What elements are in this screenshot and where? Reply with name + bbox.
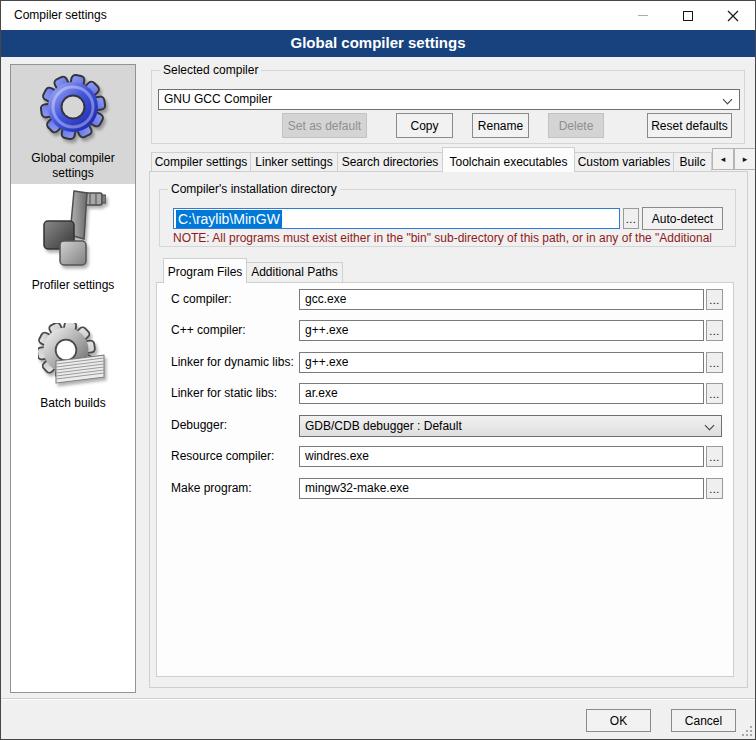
cancel-button[interactable]: Cancel (671, 709, 736, 732)
resource-compiler-input[interactable]: windres.exe (299, 446, 704, 467)
profiler-settings-icon (40, 189, 106, 273)
installation-directory-input[interactable]: C:\raylib\MinGW (173, 208, 620, 229)
copy-button[interactable]: Copy (396, 113, 453, 138)
minimize-icon (638, 15, 648, 16)
linker-for-static-libs-input[interactable]: ar.exe (299, 383, 704, 404)
tab-linker-settings[interactable]: Linker settings (250, 152, 338, 172)
dialog-banner: Global compiler settings (1, 30, 755, 57)
titlebar[interactable]: Compiler settings (1, 1, 755, 30)
footer-divider (1, 698, 755, 700)
resize-grip[interactable] (741, 725, 753, 737)
set-as-default-button[interactable]: Set as default (282, 113, 367, 138)
linker-for-dynamic-libs-input[interactable]: g++.exe (299, 352, 704, 373)
selected-compiler-group: Selected compiler GNU GCC Compiler Set a… (151, 70, 745, 144)
c-compiler-label: C compiler: (171, 292, 232, 306)
linker-for-dynamic-libs-value: g++.exe (305, 355, 348, 369)
linker-for-static-libs-label: Linker for static libs: (171, 386, 277, 400)
delete-button[interactable]: Delete (548, 113, 604, 138)
chevron-down-icon (723, 95, 733, 105)
tab-toolchain-executables[interactable]: Toolchain executables (442, 147, 575, 172)
c-compiler-value: g++.exe (305, 323, 348, 337)
installation-directory-group: Compiler's installation directory C:\ray… (159, 189, 736, 247)
subtab-program-files[interactable]: Program Files (163, 258, 247, 283)
debugger-dropdown[interactable]: GDB/CDB debugger : Default (299, 415, 722, 437)
installation-directory-group-label: Compiler's installation directory (168, 183, 340, 196)
installation-directory-value: C:\raylib\MinGW (176, 210, 282, 228)
sidebar-item-label: Global compiler settings (11, 151, 135, 181)
make-program-value: mingw32-make.exe (305, 481, 409, 495)
tab-scroll-right-button[interactable]: ▸ (734, 148, 756, 170)
c-compiler-input[interactable]: g++.exe (299, 320, 704, 341)
tab-compiler-settings[interactable]: Compiler settings (151, 152, 251, 172)
subtab-additional-paths[interactable]: Additional Paths (246, 262, 343, 283)
selected-compiler-dropdown[interactable]: GNU GCC Compiler (158, 89, 740, 110)
settings-category-list: Global compiler settings (10, 64, 136, 693)
batch-builds-icon (38, 323, 108, 391)
minimize-button[interactable] (620, 1, 665, 30)
sidebar-item-global-compiler-settings[interactable]: Global compiler settings (11, 65, 135, 184)
close-button[interactable] (710, 1, 755, 30)
browse-directory-button[interactable]: ... (623, 208, 639, 229)
auto-detect-button[interactable]: Auto-detect (642, 207, 723, 230)
reset-defaults-button[interactable]: Reset defaults (647, 113, 732, 138)
global-compiler-settings-gear-icon (37, 73, 109, 143)
tab-custom-variables[interactable]: Custom variables (574, 152, 674, 172)
debugger-label: Debugger: (171, 418, 227, 432)
c-compiler-browse-button[interactable]: ... (706, 320, 723, 341)
tab-search-directories[interactable]: Search directories (337, 152, 443, 172)
c-compiler-value: gcc.exe (305, 292, 346, 306)
close-icon (727, 10, 739, 22)
selected-compiler-value: GNU GCC Compiler (164, 92, 272, 106)
linker-for-dynamic-libs-browse-button[interactable]: ... (706, 352, 723, 373)
sidebar-item-batch-builds[interactable]: Batch builds (11, 302, 135, 482)
linker-for-dynamic-libs-label: Linker for dynamic libs: (171, 355, 294, 369)
sidebar-item-profiler-settings[interactable]: Profiler settings (11, 184, 135, 302)
tab-builc[interactable]: Builc (673, 152, 712, 172)
rename-button[interactable]: Rename (472, 113, 529, 138)
maximize-button[interactable] (665, 1, 710, 30)
c-compiler-label: C++ compiler: (171, 323, 246, 337)
tab-scroll-right-icon: ▸ (743, 154, 748, 164)
compiler-settings-window: Compiler settings Global compiler settin… (0, 0, 756, 740)
make-program-input[interactable]: mingw32-make.exe (299, 478, 704, 499)
c-compiler-browse-button[interactable]: ... (706, 289, 723, 310)
tab-scroll-left-button[interactable]: ◂ (712, 148, 734, 170)
make-program-browse-button[interactable]: ... (706, 478, 723, 499)
tab-scroll-left-icon: ◂ (721, 154, 726, 164)
sidebar-item-label: Batch builds (11, 396, 135, 411)
make-program-label: Make program: (171, 481, 252, 495)
sidebar-item-label: Profiler settings (11, 278, 135, 293)
selected-compiler-group-label: Selected compiler (160, 64, 261, 77)
resource-compiler-browse-button[interactable]: ... (706, 446, 723, 467)
debugger-value: GDB/CDB debugger : Default (305, 419, 462, 433)
chevron-down-icon (705, 421, 715, 431)
programs-note: NOTE: All programs must exist either in … (173, 231, 724, 245)
linker-for-static-libs-value: ar.exe (305, 386, 338, 400)
resource-compiler-label: Resource compiler: (171, 449, 274, 463)
window-title: Compiler settings (14, 1, 107, 30)
ok-button[interactable]: OK (586, 709, 651, 732)
resource-compiler-value: windres.exe (305, 449, 369, 463)
c-compiler-input[interactable]: gcc.exe (299, 289, 704, 310)
maximize-icon (683, 11, 693, 21)
linker-for-static-libs-browse-button[interactable]: ... (706, 383, 723, 404)
